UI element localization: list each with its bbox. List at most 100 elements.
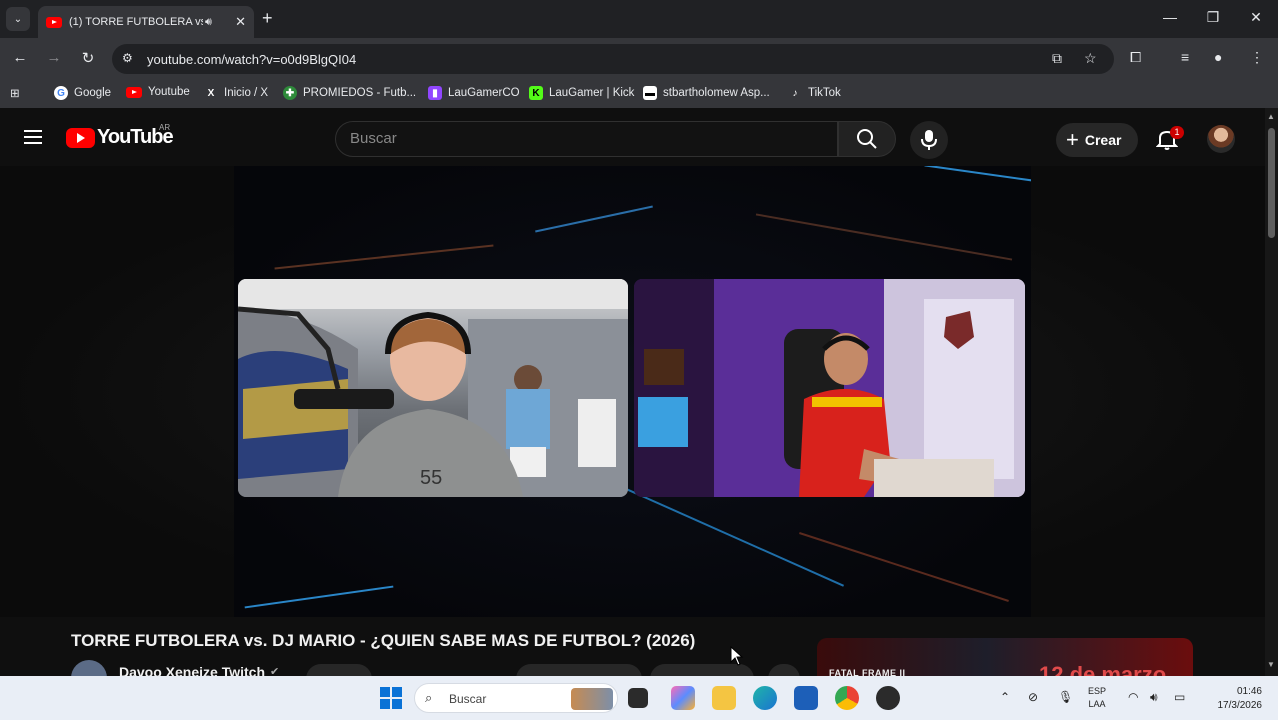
bookmark-google[interactable]: G Google — [54, 86, 111, 100]
edge-icon[interactable] — [753, 686, 777, 710]
youtube-favicon-icon — [46, 16, 62, 28]
svg-text:55: 55 — [420, 467, 442, 489]
clock-time: 01:46 — [1236, 686, 1262, 697]
bookmark-promiedos[interactable]: ✚ PROMIEDOS - Futb... — [283, 86, 416, 100]
copilot-icon[interactable] — [671, 686, 695, 710]
video-player[interactable]: 55 — [0, 166, 1265, 617]
video-title: TORRE FUTBOLERA vs. DJ MARIO - ¿QUIEN SA… — [71, 631, 696, 650]
search-input[interactable] — [350, 130, 820, 147]
wifi-icon[interactable]: ◠ — [1128, 690, 1138, 704]
light-streak — [799, 532, 1009, 602]
system-clock[interactable]: 01:46 17/3/2026 — [1208, 685, 1263, 713]
search-button[interactable] — [838, 121, 896, 157]
media-controls-icon[interactable]: ≡ — [1181, 49, 1189, 65]
light-streak — [535, 205, 653, 233]
file-explorer-icon[interactable] — [712, 686, 736, 710]
youtube-icon — [126, 86, 142, 98]
site-icon: ▬ — [643, 86, 657, 100]
light-streak — [924, 166, 1031, 182]
tab-title: (1) TORRE FUTBOLERA vs. D — [69, 16, 203, 28]
bookmark-label: LauGamer | Kick — [549, 87, 635, 99]
bookmark-star-icon[interactable]: ☆ — [1084, 50, 1097, 67]
bookmark-label: LauGamerCO — [448, 87, 520, 99]
bookmark-kick[interactable]: K LauGamer | Kick — [529, 86, 634, 100]
volume-icon[interactable]: 🔊︎ — [1150, 690, 1158, 705]
scroll-down-arrow-icon[interactable]: ▼ — [1267, 660, 1275, 669]
youtube-logo-icon[interactable] — [66, 128, 95, 148]
install-app-icon[interactable]: ⧉ — [1052, 50, 1062, 67]
clock-date: 17/3/2026 — [1217, 700, 1263, 711]
bookmark-label: TikTok — [808, 87, 841, 99]
input-language[interactable]: ESP LAA — [1088, 685, 1106, 711]
tiktok-icon: ♪ — [792, 87, 798, 99]
bookmark-x[interactable]: X Inicio / X — [204, 86, 268, 100]
webcam-right-scene — [634, 279, 1025, 497]
page-scrollbar[interactable]: ▲ ▼ — [1265, 108, 1278, 676]
webcam-feed-left: 55 — [238, 279, 628, 497]
youtube-header: YouTube AR + Crear 1 — [0, 108, 1265, 166]
bookmark-label: Youtube — [148, 86, 190, 98]
apps-grid-icon[interactable]: ⊞ — [10, 86, 20, 100]
account-avatar[interactable] — [1207, 125, 1235, 153]
plus-icon: + — [1066, 127, 1079, 152]
language-code: ESP — [1088, 686, 1107, 696]
microsoft-store-icon[interactable] — [794, 686, 818, 710]
microphone-tray-icon[interactable]: 🎙︎ — [1058, 690, 1073, 704]
create-button[interactable]: + Crear — [1056, 123, 1138, 157]
windows-start-icon[interactable] — [380, 687, 402, 709]
more-menu-icon[interactable]: ⋮ — [1250, 49, 1264, 66]
tab-search-button[interactable]: ⌄ — [6, 7, 30, 31]
url-text[interactable]: youtube.com/watch?v=o0d9BlgQI04 — [147, 52, 356, 67]
profile-icon[interactable]: ● — [1214, 49, 1222, 65]
minimize-button[interactable]: — — [1160, 9, 1180, 25]
task-view-icon[interactable] — [628, 688, 648, 708]
forward-arrow-icon[interactable]: → — [44, 49, 64, 66]
create-label: Crear — [1084, 132, 1122, 148]
hamburger-menu-icon[interactable] — [24, 130, 42, 144]
speaker-icon[interactable]: 🔊︎ — [205, 16, 212, 29]
promiedos-icon: ✚ — [283, 86, 297, 100]
bookmark-stbartholomew[interactable]: ▬ stbartholomew Asp... — [643, 86, 770, 100]
bookmark-tiktok[interactable]: ♪ TikTok — [788, 86, 841, 100]
x-icon: X — [207, 87, 215, 99]
search-box[interactable] — [335, 121, 838, 157]
twitch-icon: ▮ — [428, 86, 442, 100]
webcam-feed-right — [634, 279, 1025, 497]
voice-search-button[interactable] — [910, 121, 948, 159]
bookmark-youtube[interactable]: Youtube — [126, 86, 190, 98]
taskbar-search[interactable]: ⌕ Buscar — [414, 683, 618, 713]
back-arrow-icon[interactable]: ← — [10, 49, 30, 66]
battery-icon[interactable]: ▭ — [1174, 690, 1185, 704]
video-info: TORRE FUTBOLERA vs. DJ MARIO - ¿QUIEN SA… — [0, 617, 1265, 696]
taskbar-search-label: Buscar — [449, 692, 487, 706]
language-layout: LAA — [1088, 699, 1106, 709]
restore-button[interactable]: ❐ — [1203, 9, 1223, 26]
network-off-icon[interactable]: ⊘ — [1028, 690, 1038, 704]
app-icon[interactable] — [876, 686, 900, 710]
new-tab-button[interactable]: + — [262, 8, 273, 29]
chrome-icon[interactable] — [835, 686, 859, 710]
light-streak — [755, 213, 1013, 261]
tab-close-icon[interactable]: ✕ — [235, 14, 246, 30]
notification-badge: 1 — [1170, 126, 1184, 139]
webcam-left-scene: 55 — [238, 279, 628, 497]
show-hidden-icons-icon[interactable]: ⌃ — [1000, 690, 1010, 704]
windows-taskbar: ⌕ Buscar ⌃ ⊘ 🎙︎ ESP LAA ◠ 🔊︎ ▭ 01:46 17/… — [0, 676, 1278, 720]
bookmark-laugamerco[interactable]: ▮ LauGamerCO — [428, 86, 520, 100]
video-frame[interactable]: 55 — [234, 166, 1031, 617]
scroll-up-arrow-icon[interactable]: ▲ — [1267, 112, 1275, 121]
bookmark-label: Inicio / X — [224, 87, 269, 99]
active-tab[interactable]: (1) TORRE FUTBOLERA vs. D 🔊︎ ✕ — [38, 6, 254, 38]
close-window-button[interactable]: ✕ — [1246, 9, 1266, 26]
address-bar[interactable]: ⚙︎ youtube.com/watch?v=o0d9BlgQI04 ⧉ ☆ — [112, 44, 1114, 74]
scroll-thumb[interactable] — [1268, 128, 1275, 238]
region-code: AR — [159, 123, 171, 132]
search-icon — [857, 129, 877, 149]
bookmark-label: Google — [74, 87, 112, 99]
extensions-icon[interactable]: ⧠ — [1130, 49, 1141, 66]
reload-icon[interactable]: ↻ — [78, 49, 98, 67]
bookmark-label: PROMIEDOS - Futb... — [303, 87, 417, 99]
site-info-icon[interactable]: ⚙︎ — [122, 51, 133, 65]
google-icon: G — [54, 86, 68, 100]
bookmarks-bar: ⊞ G Google Youtube X Inicio / X ✚ PROMIE… — [0, 80, 1278, 108]
